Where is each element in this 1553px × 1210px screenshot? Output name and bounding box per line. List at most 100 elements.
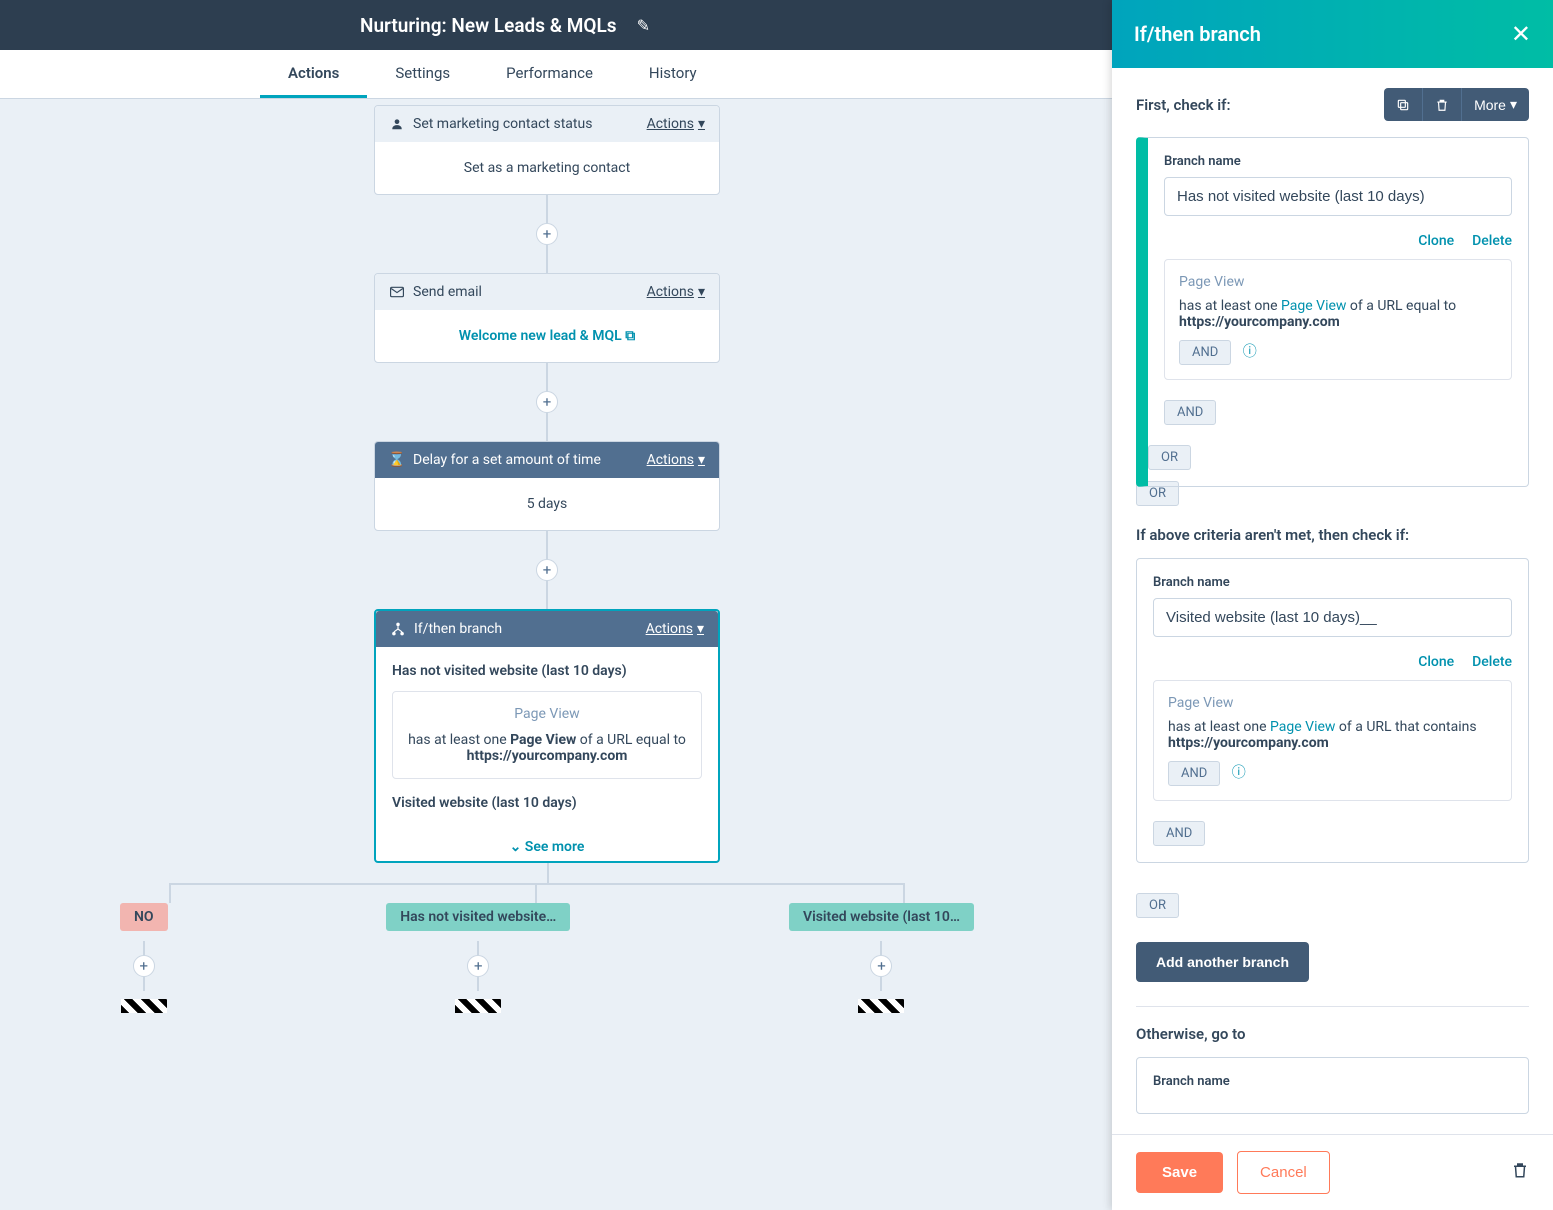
connector <box>546 531 548 559</box>
branch-name: Has not visited website (last 10 days) <box>392 663 702 679</box>
add-branch-button[interactable]: Add another branch <box>1136 942 1309 982</box>
actions-dropdown[interactable]: Actions ▾ <box>646 621 704 637</box>
delete-button[interactable] <box>1422 88 1461 121</box>
page-view-label: Page View <box>1179 274 1497 290</box>
branch-block-otherwise: Branch name <box>1136 1057 1529 1114</box>
connector <box>546 363 548 391</box>
connector <box>546 195 548 223</box>
branch-name-label: Branch name <box>1153 575 1512 590</box>
action-card-send-email[interactable]: Send email Actions ▾ Welcome new lead & … <box>374 273 720 363</box>
actions-dropdown[interactable]: Actions ▾ <box>647 116 705 132</box>
branch-content: Has not visited website (last 10 days) P… <box>376 647 718 827</box>
action-body: Welcome new lead & MQL ⧉ <box>375 310 719 362</box>
criteria-box: Page View has at least one Page View of … <box>392 691 702 779</box>
more-button[interactable]: More ▾ <box>1461 88 1529 121</box>
branch-col-no: NO + <box>120 903 168 1013</box>
criteria-panel-2[interactable]: Page View has at least one Page View of … <box>1153 680 1512 801</box>
branch-name-input-2[interactable] <box>1153 598 1512 637</box>
action-header: If/then branch Actions ▾ <box>376 611 718 647</box>
chevron-down-icon: ▾ <box>698 452 705 468</box>
or-button-outer-2[interactable]: OR <box>1136 893 1179 918</box>
otherwise-label: Otherwise, go to <box>1136 1025 1529 1043</box>
branch-name-input[interactable] <box>1164 177 1512 216</box>
add-action-button[interactable]: + <box>536 391 558 413</box>
chevron-down-icon: ⌄ <box>510 839 522 855</box>
end-marker <box>455 999 501 1013</box>
clone-link[interactable]: Clone <box>1418 233 1454 249</box>
and-button[interactable]: AND <box>1153 821 1205 846</box>
trash-icon[interactable] <box>1511 1160 1529 1185</box>
add-action-button[interactable]: + <box>870 955 892 977</box>
tab-actions[interactable]: Actions <box>260 50 367 98</box>
external-link-icon: ⧉ <box>625 328 635 344</box>
see-more-toggle[interactable]: ⌄ See more <box>376 827 718 861</box>
cancel-button[interactable]: Cancel <box>1237 1151 1330 1194</box>
action-card-if-then[interactable]: If/then branch Actions ▾ Has not visited… <box>374 609 720 863</box>
workflow-canvas[interactable]: Set marketing contact status Actions ▾ S… <box>0 99 1094 1210</box>
if-not-met-label: If above criteria aren't met, then check… <box>1136 526 1529 544</box>
email-link[interactable]: Welcome new lead & MQL ⧉ <box>459 328 635 344</box>
edit-icon[interactable]: ✎ <box>637 16 650 35</box>
branch-name-label: Branch name <box>1164 154 1512 169</box>
action-header: ⌛ Delay for a set amount of time Actions… <box>375 442 719 478</box>
end-marker <box>858 999 904 1013</box>
info-icon[interactable]: ⓘ <box>1243 344 1257 360</box>
panel-footer: Save Cancel <box>1112 1134 1553 1210</box>
actions-dropdown[interactable]: Actions ▾ <box>647 452 705 468</box>
tab-settings[interactable]: Settings <box>367 50 478 98</box>
and-button[interactable]: AND <box>1164 400 1216 425</box>
delete-link[interactable]: Delete <box>1472 233 1512 249</box>
branch-name-label: Branch name <box>1153 1074 1512 1089</box>
action-card-set-status[interactable]: Set marketing contact status Actions ▾ S… <box>374 105 720 195</box>
and-button-inner[interactable]: AND <box>1168 761 1220 786</box>
info-icon[interactable]: ⓘ <box>1232 765 1246 781</box>
divider <box>1136 1006 1529 1007</box>
action-card-delay[interactable]: ⌛ Delay for a set amount of time Actions… <box>374 441 720 531</box>
add-action-button[interactable]: + <box>133 955 155 977</box>
tab-performance[interactable]: Performance <box>478 50 621 98</box>
branch-label-no[interactable]: NO <box>120 903 168 931</box>
add-action-button[interactable]: + <box>467 955 489 977</box>
branch-col-1: Has not visited website… + <box>386 903 570 1013</box>
branch-label-2[interactable]: Visited website (last 10… <box>789 903 974 931</box>
action-type: Delay for a set amount of time <box>413 452 601 468</box>
chevron-down-icon: ▾ <box>698 284 705 300</box>
actions-dropdown[interactable]: Actions ▾ <box>647 284 705 300</box>
action-type: Send email <box>413 284 482 300</box>
page-view-label: Page View <box>1168 695 1497 711</box>
side-panel: If/then branch ✕ First, check if: More ▾… <box>1112 0 1553 1210</box>
or-button[interactable]: OR <box>1148 445 1191 470</box>
copy-button[interactable] <box>1384 88 1422 121</box>
tab-history[interactable]: History <box>621 50 725 98</box>
action-type: If/then branch <box>414 621 502 637</box>
add-action-button[interactable]: + <box>536 223 558 245</box>
and-button-inner[interactable]: AND <box>1179 340 1231 365</box>
criteria-text: has at least one Page View of a URL that… <box>1168 719 1497 751</box>
action-header: Send email Actions ▾ <box>375 274 719 310</box>
clone-link[interactable]: Clone <box>1418 654 1454 670</box>
chevron-down-icon: ▾ <box>698 116 705 132</box>
chevron-down-icon: ▾ <box>1510 96 1517 113</box>
criteria-text: has at least one Page View of a URL equa… <box>407 732 687 764</box>
close-icon[interactable]: ✕ <box>1511 20 1531 48</box>
action-body: Set as a marketing contact <box>375 142 719 194</box>
branch-label-1[interactable]: Has not visited website… <box>386 903 570 931</box>
delete-link[interactable]: Delete <box>1472 654 1512 670</box>
workflow-title: Nurturing: New Leads & MQLs <box>360 14 617 37</box>
criteria-panel[interactable]: Page View has at least one Page View of … <box>1164 259 1512 380</box>
action-header: Set marketing contact status Actions ▾ <box>375 106 719 142</box>
action-body: 5 days <box>375 478 719 530</box>
chevron-down-icon: ▾ <box>697 621 704 637</box>
add-action-button[interactable]: + <box>536 559 558 581</box>
panel-body[interactable]: First, check if: More ▾ Branch name Clon… <box>1112 68 1553 1134</box>
page-view-label: Page View <box>407 706 687 722</box>
email-icon <box>389 284 405 300</box>
save-button[interactable]: Save <box>1136 1152 1223 1193</box>
action-type: Set marketing contact status <box>413 116 592 132</box>
connector <box>546 245 548 273</box>
branch-block-1: Branch name Clone Delete Page View has a… <box>1136 137 1529 487</box>
connector <box>546 581 548 609</box>
branch-toolbar: More ▾ <box>1384 88 1529 121</box>
hourglass-icon: ⌛ <box>389 452 405 468</box>
branch-block-2: Branch name Clone Delete Page View has a… <box>1136 558 1529 863</box>
